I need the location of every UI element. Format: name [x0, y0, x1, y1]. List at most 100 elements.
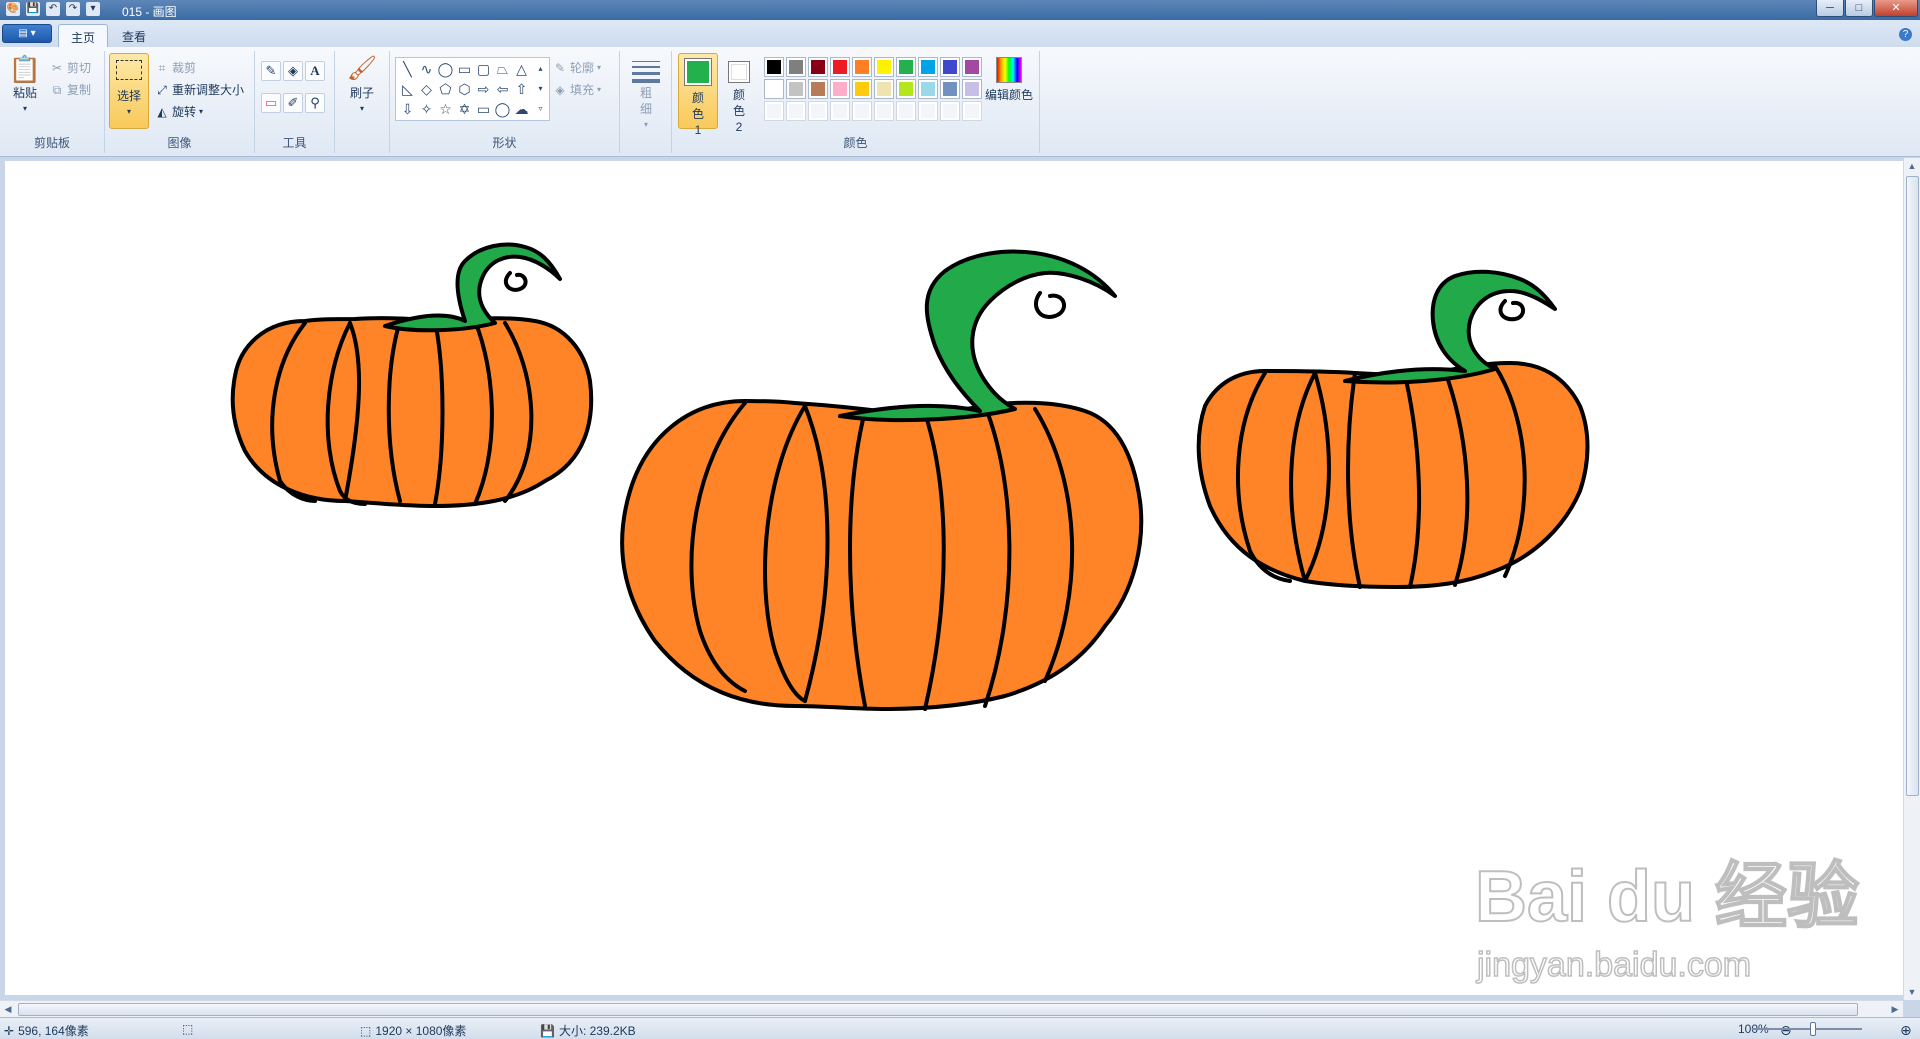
pencil-icon[interactable]: ✎	[261, 61, 281, 81]
rotate-button[interactable]: ◭ 旋转 ▾	[155, 103, 203, 120]
rounded-rectangle-shape-icon[interactable]: ▢	[474, 59, 493, 79]
zoom-in-icon[interactable]: ⊕	[1900, 1022, 1912, 1039]
crop-button[interactable]: ⌗ 裁剪	[155, 59, 196, 76]
palette-swatch[interactable]	[808, 57, 828, 77]
undo-icon[interactable]: ↶	[46, 2, 60, 16]
palette-swatch[interactable]	[962, 57, 982, 77]
palette-custom-slot[interactable]	[808, 101, 828, 121]
file-menu-button[interactable]: ▤ ▾	[2, 24, 52, 43]
gallery-expand-icon[interactable]: ▿	[531, 99, 550, 119]
maximize-button[interactable]: □	[1845, 0, 1873, 17]
zoom-slider-thumb[interactable]	[1810, 1022, 1816, 1036]
palette-swatch[interactable]	[786, 79, 806, 99]
pentagon-shape-icon[interactable]: ⬠	[436, 79, 455, 99]
zoom-out-icon[interactable]: ⊖	[1780, 1022, 1792, 1039]
palette-swatch[interactable]	[874, 57, 894, 77]
palette-swatch[interactable]	[874, 79, 894, 99]
palette-custom-slot[interactable]	[852, 101, 872, 121]
tab-home[interactable]: 主页	[58, 24, 109, 47]
triangle-shape-icon[interactable]: △	[512, 59, 531, 79]
right-arrow-shape-icon[interactable]: ⇨	[474, 79, 493, 99]
palette-swatch[interactable]	[786, 57, 806, 77]
close-button[interactable]: ✕	[1874, 0, 1918, 17]
palette-custom-slot[interactable]	[786, 101, 806, 121]
select-button[interactable]: 选择 ▾	[109, 53, 149, 129]
redo-icon[interactable]: ↷	[66, 2, 80, 16]
app-icon[interactable]: 🎨	[6, 2, 20, 16]
curve-shape-icon[interactable]: ∿	[417, 59, 436, 79]
palette-custom-slot[interactable]	[764, 101, 784, 121]
up-arrow-shape-icon[interactable]: ⇧	[512, 79, 531, 99]
scroll-left-arrow-icon[interactable]: ◀	[0, 1001, 16, 1017]
hexagon-shape-icon[interactable]: ⬡	[455, 79, 474, 99]
horizontal-scroll-thumb[interactable]	[18, 1003, 1858, 1016]
palette-custom-slot[interactable]	[874, 101, 894, 121]
cloud-callout-shape-icon[interactable]: ☁	[512, 99, 531, 119]
palette-swatch[interactable]	[896, 79, 916, 99]
zoom-slider-track[interactable]	[1752, 1028, 1862, 1030]
eraser-icon[interactable]: ▭	[261, 93, 281, 113]
palette-swatch[interactable]	[918, 79, 938, 99]
oval-shape-icon[interactable]: ◯	[436, 59, 455, 79]
palette-swatch[interactable]	[918, 57, 938, 77]
four-point-star-shape-icon[interactable]: ✧	[417, 99, 436, 119]
palette-custom-slot[interactable]	[918, 101, 938, 121]
customize-dropdown-icon[interactable]: ▾	[86, 2, 100, 16]
palette-swatch[interactable]	[962, 79, 982, 99]
palette-custom-slot[interactable]	[962, 101, 982, 121]
palette-swatch[interactable]	[940, 57, 960, 77]
resize-button[interactable]: ⤢ 重新调整大小	[155, 81, 244, 98]
palette-swatch[interactable]	[852, 57, 872, 77]
right-triangle-shape-icon[interactable]: ◺	[398, 79, 417, 99]
tab-view[interactable]: 查看	[110, 24, 158, 47]
six-point-star-shape-icon[interactable]: ✡	[455, 99, 474, 119]
color2-button[interactable]: 颜色 2	[722, 53, 756, 135]
size-button[interactable]: 粗细 ▾	[628, 55, 664, 133]
scroll-right-arrow-icon[interactable]: ▶	[1887, 1001, 1903, 1017]
edit-colors-button[interactable]: 编辑颜色	[984, 57, 1034, 103]
paste-button[interactable]: 📋 粘贴 ▾	[6, 53, 44, 117]
palette-swatch[interactable]	[808, 79, 828, 99]
color-picker-icon[interactable]: ✐	[283, 93, 303, 113]
line-shape-icon[interactable]: ╲	[398, 59, 417, 79]
horizontal-scrollbar[interactable]: ◀ ▶	[0, 1000, 1903, 1017]
oval-callout-shape-icon[interactable]: ◯	[493, 99, 512, 119]
text-tool-icon[interactable]: A	[305, 61, 325, 81]
rectangle-shape-icon[interactable]: ▭	[455, 59, 474, 79]
vertical-scroll-thumb[interactable]	[1906, 176, 1919, 796]
palette-swatch[interactable]	[764, 79, 784, 99]
palette-custom-slot[interactable]	[940, 101, 960, 121]
color1-button[interactable]: 颜色 1	[678, 53, 718, 137]
polygon-shape-icon[interactable]: ⏢	[493, 59, 512, 79]
palette-custom-slot[interactable]	[896, 101, 916, 121]
left-arrow-shape-icon[interactable]: ⇦	[493, 79, 512, 99]
scroll-down-arrow-icon[interactable]: ▼	[1904, 984, 1920, 1000]
rect-callout-shape-icon[interactable]: ▭	[474, 99, 493, 119]
copy-button[interactable]: ⧉ 复制	[50, 81, 91, 98]
vertical-scrollbar[interactable]: ▲ ▼	[1903, 158, 1920, 1000]
gallery-scroll-up-icon[interactable]: ▴	[531, 59, 550, 79]
magnifier-icon[interactable]: ⚲	[305, 93, 325, 113]
help-icon[interactable]: ?	[1899, 28, 1912, 41]
down-arrow-shape-icon[interactable]: ⇩	[398, 99, 417, 119]
minimize-button[interactable]: ─	[1816, 0, 1844, 17]
palette-swatch[interactable]	[764, 57, 784, 77]
palette-custom-slot[interactable]	[830, 101, 850, 121]
shapes-gallery[interactable]: ╲ ∿ ◯ ▭ ▢ ⏢ △ ▴ ◺ ◇ ⬠ ⬡ ⇨ ⇦ ⇧ ▾ ⇩ ✧ ☆ ✡ …	[395, 57, 550, 121]
palette-swatch[interactable]	[830, 57, 850, 77]
cut-button[interactable]: ✂ 剪切	[50, 59, 91, 76]
brushes-button[interactable]: 🖌 刷子 ▾	[343, 53, 381, 117]
fill-button[interactable]: ◈ 填充 ▾	[553, 81, 601, 98]
drawing-canvas[interactable]: Bai du 经验 jingyan.baidu.com	[5, 161, 1903, 995]
palette-swatch[interactable]	[830, 79, 850, 99]
palette-swatch[interactable]	[940, 79, 960, 99]
palette-swatch[interactable]	[852, 79, 872, 99]
palette-swatch[interactable]	[896, 57, 916, 77]
scroll-up-arrow-icon[interactable]: ▲	[1904, 158, 1920, 174]
diamond-shape-icon[interactable]: ◇	[417, 79, 436, 99]
outline-button[interactable]: ✎ 轮廓 ▾	[553, 59, 601, 76]
gallery-scroll-down-icon[interactable]: ▾	[531, 79, 550, 99]
five-point-star-shape-icon[interactable]: ☆	[436, 99, 455, 119]
save-icon[interactable]: 💾	[26, 2, 40, 16]
fill-bucket-icon[interactable]: ◈	[283, 61, 303, 81]
